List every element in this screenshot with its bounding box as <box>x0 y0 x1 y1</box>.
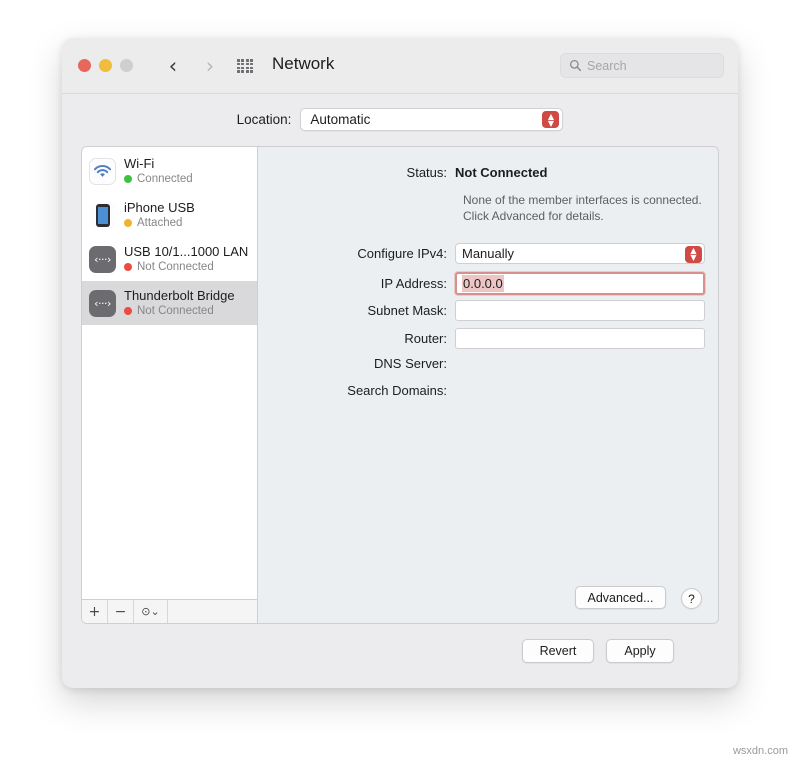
wifi-icon <box>89 158 116 185</box>
configure-ipv4-stepper-icon[interactable]: ▲▼ <box>685 246 702 263</box>
list-item[interactable]: iPhone USB Attached <box>82 193 257 237</box>
search-domains-label: Search Domains: <box>258 383 455 398</box>
help-button[interactable]: ? <box>681 588 702 609</box>
search-icon <box>569 59 582 72</box>
status-text: Attached <box>137 216 182 231</box>
page-title: Network <box>272 54 334 74</box>
watermark: wsxdn.com <box>733 745 788 757</box>
service-status: Attached <box>124 216 195 231</box>
status-text: Connected <box>137 172 193 187</box>
add-service-button[interactable]: + <box>82 600 108 623</box>
service-list[interactable]: Wi-Fi Connected iPhone USB <box>82 147 257 599</box>
forward-chevron-icon[interactable]: › <box>199 55 221 77</box>
actions-gear-icon: ⊙ <box>141 605 150 618</box>
network-preferences-window: ‹ › Network Location: Automatic ▲▼ <box>62 38 738 688</box>
grid-apps-icon[interactable] <box>237 59 253 73</box>
service-actions-button[interactable]: ⊙ ⌄ <box>134 600 168 623</box>
status-dot <box>124 175 132 183</box>
ip-address-value: 0.0.0.0 <box>462 275 504 292</box>
location-stepper-icon[interactable]: ▲▼ <box>542 111 559 128</box>
status-dot <box>124 219 132 227</box>
service-name: Thunderbolt Bridge <box>124 288 235 304</box>
router-input[interactable] <box>455 328 705 349</box>
close-button[interactable] <box>78 59 91 72</box>
title-bar: ‹ › Network <box>62 38 738 94</box>
service-sidebar: Wi-Fi Connected iPhone USB <box>82 147 258 623</box>
advanced-button[interactable]: Advanced... <box>575 586 666 609</box>
lan-icon: ‹···› <box>89 290 116 317</box>
location-label: Location: <box>237 112 292 127</box>
iphone-icon <box>89 202 116 229</box>
status-text: Not Connected <box>137 304 214 319</box>
location-select[interactable]: Automatic ▲▼ <box>300 108 563 131</box>
service-name: Wi-Fi <box>124 156 193 172</box>
status-row: Status: Not Connected <box>258 165 718 180</box>
status-description: None of the member interfaces is connect… <box>463 192 702 224</box>
list-item[interactable]: Wi-Fi Connected <box>82 149 257 193</box>
status-value: Not Connected <box>455 165 547 180</box>
remove-service-button[interactable]: − <box>108 600 134 623</box>
service-name: iPhone USB <box>124 200 195 216</box>
minimize-button[interactable] <box>99 59 112 72</box>
content-panel: Wi-Fi Connected iPhone USB <box>81 146 719 624</box>
configure-ipv4-select[interactable]: Manually ▲▼ <box>455 243 705 264</box>
search-input[interactable] <box>587 59 707 73</box>
chevron-down-icon: ⌄ <box>151 605 160 618</box>
list-item[interactable]: ‹···› USB 10/1...1000 LAN Not Connected <box>82 237 257 281</box>
list-item-selected[interactable]: ‹···› Thunderbolt Bridge Not Connected <box>82 281 257 325</box>
back-chevron-icon[interactable]: ‹ <box>162 55 184 77</box>
status-dot <box>124 307 132 315</box>
sidebar-footer: + − ⊙ ⌄ <box>82 599 257 623</box>
status-dot <box>124 263 132 271</box>
search-domains-row: Search Domains: <box>258 383 718 398</box>
location-value: Automatic <box>310 112 370 127</box>
service-status: Connected <box>124 172 193 187</box>
service-name: USB 10/1...1000 LAN <box>124 244 248 260</box>
zoom-button[interactable] <box>120 59 133 72</box>
subnet-mask-input[interactable] <box>455 300 705 321</box>
subnet-mask-label: Subnet Mask: <box>258 303 455 318</box>
sidebar-footer-spacer <box>168 600 257 623</box>
dns-server-label: DNS Server: <box>258 356 455 371</box>
configure-ipv4-row: Configure IPv4: Manually ▲▼ <box>258 243 718 264</box>
service-status: Not Connected <box>124 304 235 319</box>
configure-ipv4-value: Manually <box>462 246 514 261</box>
search-field[interactable] <box>560 53 724 78</box>
status-label: Status: <box>258 165 455 180</box>
ip-address-row: IP Address: 0.0.0.0 <box>258 272 718 295</box>
subnet-mask-row: Subnet Mask: <box>258 300 718 321</box>
revert-button[interactable]: Revert <box>522 639 594 663</box>
ip-address-input[interactable]: 0.0.0.0 <box>455 272 705 295</box>
apply-button[interactable]: Apply <box>606 639 674 663</box>
location-row: Location: Automatic ▲▼ <box>62 94 738 144</box>
router-label: Router: <box>258 331 455 346</box>
status-text: Not Connected <box>137 260 214 275</box>
ip-address-label: IP Address: <box>258 276 455 291</box>
router-row: Router: <box>258 328 718 349</box>
configure-ipv4-label: Configure IPv4: <box>258 246 455 261</box>
service-status: Not Connected <box>124 260 248 275</box>
service-detail-pane: Status: Not Connected None of the member… <box>258 147 718 623</box>
dns-server-row: DNS Server: <box>258 356 718 371</box>
lan-icon: ‹···› <box>89 246 116 273</box>
